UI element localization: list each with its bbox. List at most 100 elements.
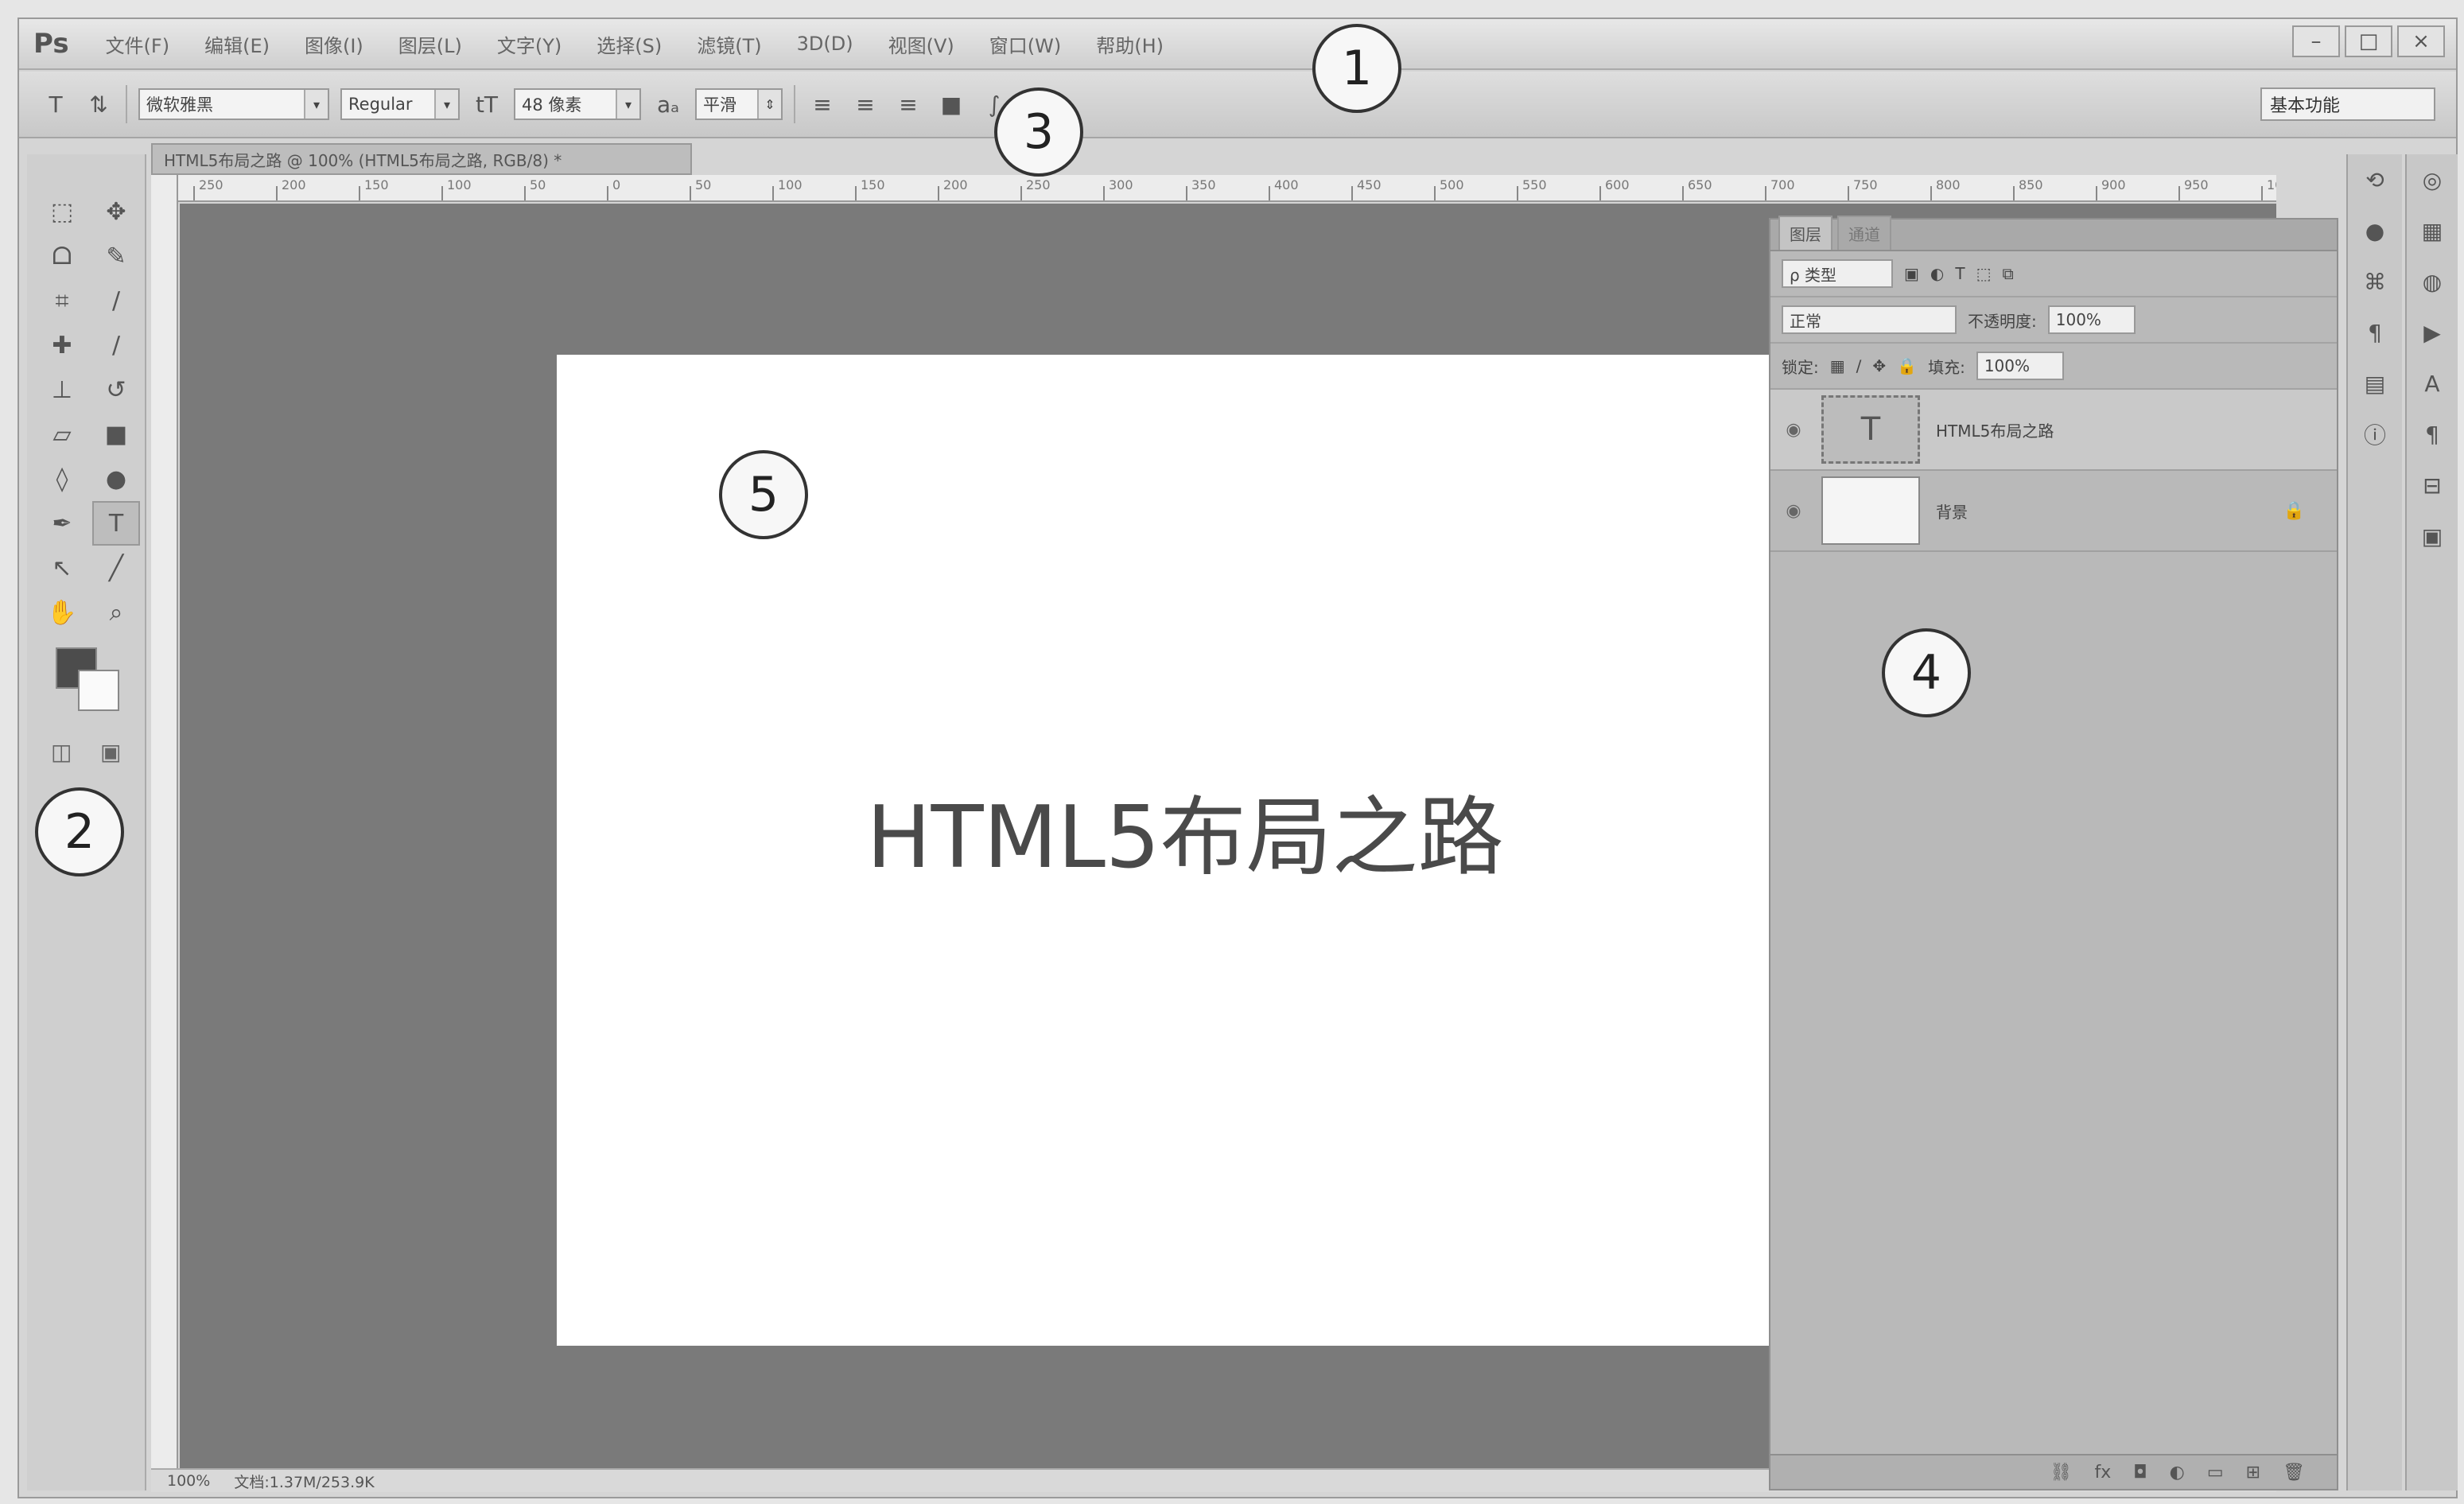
toggle-orientation-icon[interactable]: ⇅ <box>83 88 115 120</box>
tool-presets-panel-icon[interactable]: ▣ <box>2407 511 2458 562</box>
menu-filter[interactable]: 滤镜(T) <box>697 30 761 58</box>
font-family-select[interactable]: 微软雅黑 ▾ <box>138 88 329 120</box>
antialias-select[interactable]: 平滑 ⇕ <box>695 88 783 120</box>
lasso-tool-icon[interactable]: ᗝ <box>38 234 86 278</box>
layer-name[interactable]: 背景 <box>1936 499 1968 523</box>
align-left-icon[interactable]: ≡ <box>806 88 838 120</box>
close-button[interactable]: × <box>2397 25 2445 57</box>
callout-1: 1 <box>1312 24 1401 113</box>
tab-layers[interactable]: 图层 <box>1778 216 1832 250</box>
callout-5: 5 <box>719 450 808 539</box>
align-right-icon[interactable]: ≡ <box>892 88 924 120</box>
type-tool-icon[interactable]: T <box>92 501 140 546</box>
link-layers-icon[interactable]: ⛓ <box>2050 1463 2073 1483</box>
adjustments-panel-icon[interactable]: ¶ <box>2348 307 2402 358</box>
align-center-icon[interactable]: ≡ <box>849 88 881 120</box>
background-color-swatch[interactable] <box>78 670 119 711</box>
menu-type[interactable]: 文字(Y) <box>497 30 562 58</box>
separator <box>794 85 795 123</box>
properties-panel-icon[interactable]: ◎ <box>2407 154 2458 205</box>
lock-position-icon[interactable]: ✥ <box>1872 356 1886 375</box>
menu-window[interactable]: 窗口(W) <box>989 30 1061 58</box>
blur-tool-icon[interactable]: ◊ <box>38 457 86 501</box>
path-select-tool-icon[interactable]: ↖ <box>38 546 86 590</box>
clone-stamp-tool-icon[interactable]: ⊥ <box>38 367 86 412</box>
brush-tool-icon[interactable]: ∕ <box>92 323 140 367</box>
lock-transparent-icon[interactable]: ▦ <box>1830 356 1845 375</box>
workspace-select[interactable]: 基本功能 <box>2260 87 2435 121</box>
eraser-tool-icon[interactable]: ▱ <box>38 412 86 457</box>
move-tool-icon[interactable]: ✥ <box>92 189 140 234</box>
lock-pixels-icon[interactable]: ∕ <box>1856 356 1862 375</box>
filter-smart-object-icon[interactable]: ⧉ <box>2002 264 2013 283</box>
adjustment-layer-icon[interactable]: ◐ <box>2170 1463 2185 1483</box>
layer-thumbnail: T <box>1821 395 1920 464</box>
zoom-level[interactable]: 100% <box>167 1472 210 1490</box>
character-panel-icon[interactable]: A <box>2407 358 2458 409</box>
info-panel-icon[interactable]: ⓘ <box>2348 409 2402 460</box>
canvas-text-layer[interactable]: HTML5布局之路 <box>557 768 1813 892</box>
layer-row[interactable]: ◉ T HTML5布局之路 <box>1770 390 2337 471</box>
filter-adjustment-icon[interactable]: ◐ <box>1930 264 1944 283</box>
layer-comps-panel-icon[interactable]: ⊟ <box>2407 460 2458 511</box>
quick-mask-icon[interactable]: ◫ <box>51 739 72 765</box>
lock-all-icon[interactable]: 🔒 <box>1897 356 1917 375</box>
ruler-tick-label: 600 <box>1605 177 1630 192</box>
text-color-swatch[interactable]: ■ <box>935 88 967 120</box>
layer-style-icon[interactable]: fx <box>2094 1463 2111 1483</box>
filter-pixel-icon[interactable]: ▣ <box>1904 264 1919 283</box>
history-brush-tool-icon[interactable]: ↺ <box>92 367 140 412</box>
blend-mode-select[interactable]: 正常 <box>1782 305 1957 334</box>
gradient-tool-icon[interactable]: ■ <box>92 412 140 457</box>
pen-tool-icon[interactable]: ✒ <box>38 501 86 546</box>
color-panel-icon[interactable]: ● <box>2348 205 2402 256</box>
minimize-button[interactable]: – <box>2292 25 2340 57</box>
swatches-panel-icon[interactable]: ⌘ <box>2348 256 2402 307</box>
actions-panel-icon[interactable]: ▶ <box>2407 307 2458 358</box>
new-layer-icon[interactable]: ⊞ <box>2246 1463 2260 1483</box>
ruler-tick-label: 900 <box>2101 177 2126 192</box>
type-tool-icon[interactable]: T <box>40 88 72 120</box>
font-size-select[interactable]: 48 像素 ▾ <box>514 88 641 120</box>
menu-3d[interactable]: 3D(D) <box>797 33 853 55</box>
fill-field[interactable]: 100% <box>1976 352 2064 380</box>
hand-tool-icon[interactable]: ✋ <box>38 590 86 635</box>
layer-row[interactable]: ◉ 背景 🔒 <box>1770 471 2337 552</box>
tab-channels[interactable]: 通道 <box>1837 216 1891 250</box>
quick-select-tool-icon[interactable]: ✎ <box>92 234 140 278</box>
layer-name[interactable]: HTML5布局之路 <box>1936 418 2054 441</box>
zoom-tool-icon[interactable]: ⌕ <box>92 590 140 635</box>
filter-type-icon[interactable]: T <box>1955 264 1965 283</box>
document-tab[interactable]: HTML5布局之路 @ 100% (HTML5布局之路, RGB/8) * <box>151 143 692 175</box>
menu-file[interactable]: 文件(F) <box>106 30 170 58</box>
styles-panel-icon[interactable]: ▤ <box>2348 358 2402 409</box>
delete-layer-icon[interactable]: 🗑 <box>2283 1463 2305 1483</box>
menu-edit[interactable]: 编辑(E) <box>204 30 270 58</box>
document-info[interactable]: 文档:1.37M/253.9K <box>234 1471 374 1492</box>
filter-shape-icon[interactable]: ⬚ <box>1976 264 1992 283</box>
line-tool-icon[interactable]: ╱ <box>92 546 140 590</box>
menu-layer[interactable]: 图层(L) <box>398 30 462 58</box>
font-style-select[interactable]: Regular ▾ <box>340 88 460 120</box>
menu-image[interactable]: 图像(I) <box>305 30 363 58</box>
opacity-field[interactable]: 100% <box>2047 305 2136 334</box>
navigator-panel-icon[interactable]: ◍ <box>2407 256 2458 307</box>
menu-help[interactable]: 帮助(H) <box>1096 30 1164 58</box>
history-panel-icon[interactable]: ⟲ <box>2348 154 2402 205</box>
healing-brush-tool-icon[interactable]: ✚ <box>38 323 86 367</box>
eyedropper-tool-icon[interactable]: ∕ <box>92 278 140 323</box>
eye-icon[interactable]: ◉ <box>1782 420 1805 440</box>
menu-select[interactable]: 选择(S) <box>597 30 662 58</box>
dodge-tool-icon[interactable]: ● <box>92 457 140 501</box>
eye-icon[interactable]: ◉ <box>1782 501 1805 521</box>
brush-panel-icon[interactable]: ▦ <box>2407 205 2458 256</box>
new-group-icon[interactable]: ▭ <box>2207 1463 2224 1483</box>
menu-view[interactable]: 视图(V) <box>888 30 954 58</box>
crop-tool-icon[interactable]: ⌗ <box>38 278 86 323</box>
screen-mode-icon[interactable]: ▣ <box>100 739 121 765</box>
layer-filter-select[interactable]: ρ 类型 <box>1782 259 1893 288</box>
maximize-button[interactable]: □ <box>2345 25 2392 57</box>
marquee-tool-icon[interactable]: ⬚ <box>38 189 86 234</box>
paragraph-panel-icon[interactable]: ¶ <box>2407 409 2458 460</box>
add-mask-icon[interactable]: ◘ <box>2133 1463 2147 1483</box>
